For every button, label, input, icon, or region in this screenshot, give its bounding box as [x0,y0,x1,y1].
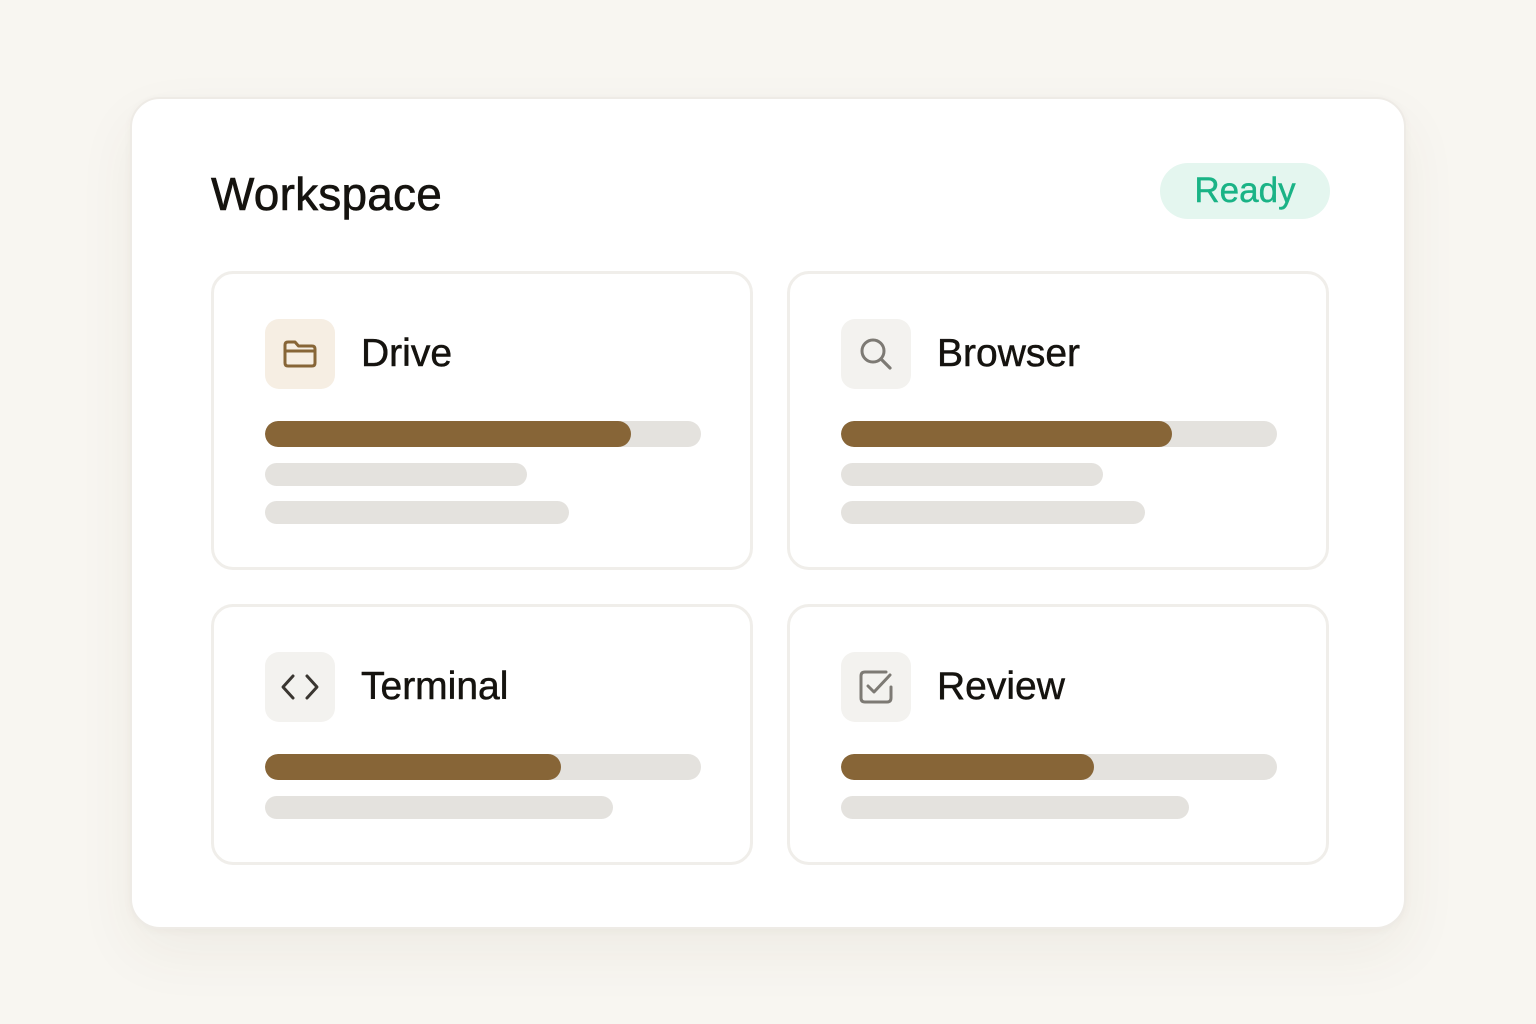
progress-track [841,421,1277,447]
folder-icon [265,319,335,389]
card-title-terminal: Terminal [361,665,509,709]
code-icon [265,652,335,722]
card-title-browser: Browser [937,332,1081,376]
skeleton-line [841,796,1189,819]
card-review[interactable]: Review [787,604,1329,865]
progress-track [265,754,701,780]
skeleton-line [265,796,613,819]
status-badge: Ready [1160,163,1330,219]
workspace-panel: Workspace Ready Drive Browser Terminal R… [130,97,1406,929]
skeleton-line [265,501,569,524]
skeleton-line [265,463,527,486]
progress-fill [841,421,1173,447]
progress-fill [841,754,1094,780]
checkbox-icon [841,652,911,722]
progress-track [841,754,1277,780]
card-terminal[interactable]: Terminal [211,604,753,865]
card-title-review: Review [937,665,1065,709]
search-icon [841,319,911,389]
skeleton-line [841,463,1103,486]
skeleton-line [841,501,1145,524]
card-drive[interactable]: Drive [211,271,753,570]
progress-fill [265,421,632,447]
progress-fill [265,754,562,780]
card-browser[interactable]: Browser [787,271,1329,570]
progress-track [265,421,701,447]
workspace-title: Workspace [211,168,443,221]
card-title-drive: Drive [361,332,453,376]
